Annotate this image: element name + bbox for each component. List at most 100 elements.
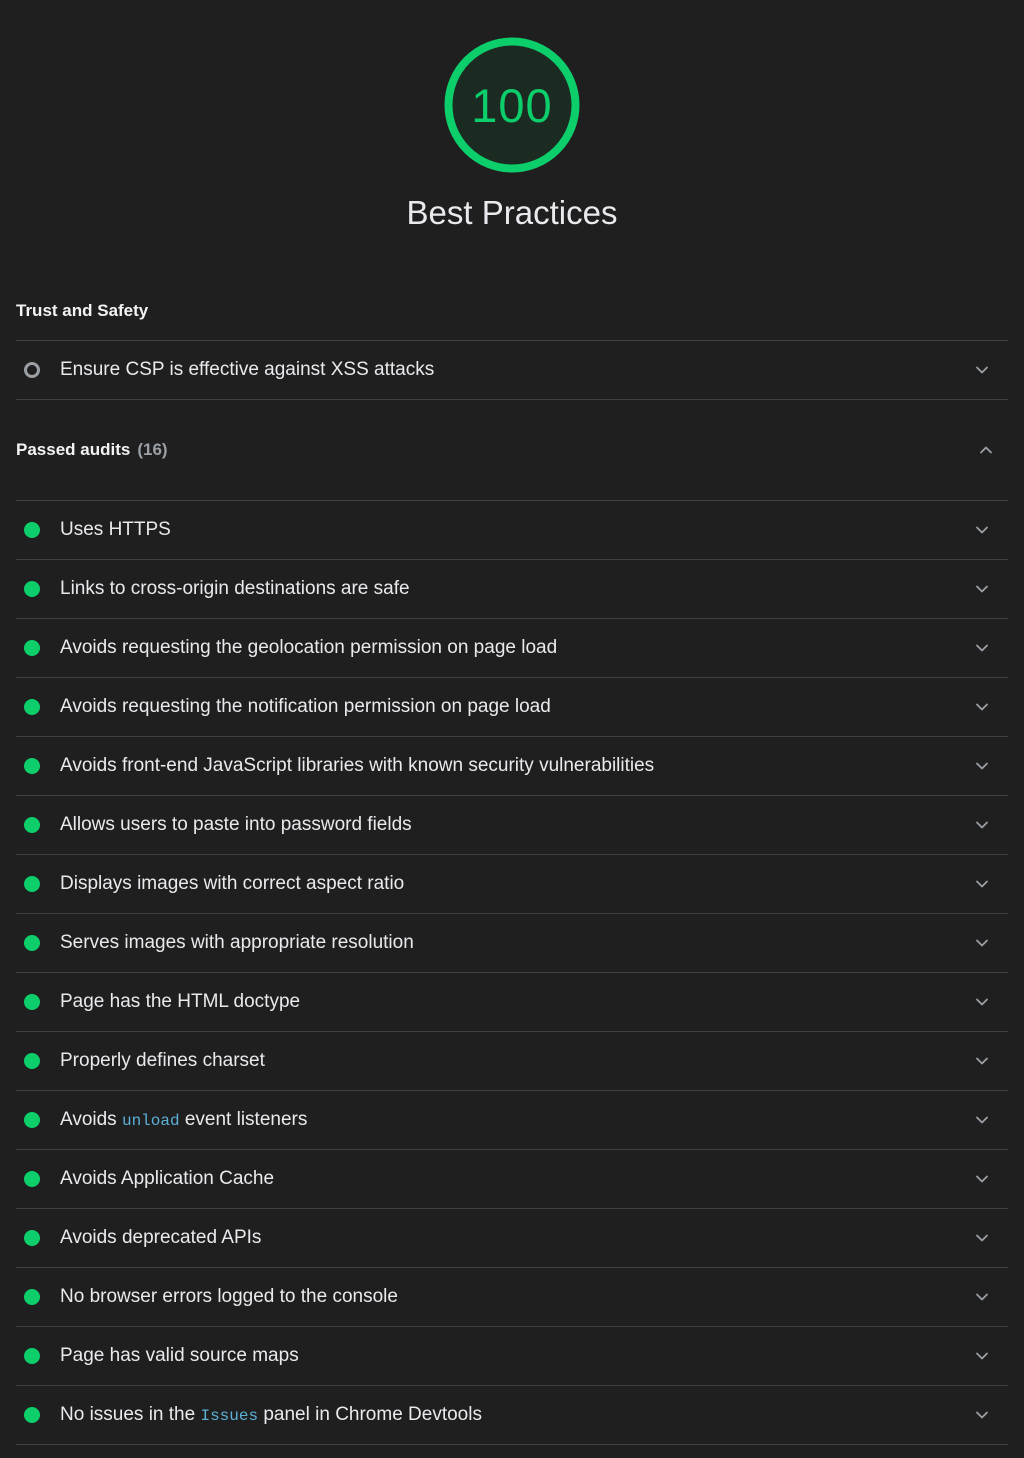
audit-title: Displays images with correct aspect rati… — [60, 872, 970, 896]
audit-score-informative-icon — [24, 362, 40, 379]
audit-title-text: Displays images with correct aspect rati… — [60, 873, 405, 895]
audit-row[interactable]: Serves images with appropriate resolutio… — [16, 914, 1008, 972]
audit-row[interactable]: Avoids Application Cache — [16, 1150, 1008, 1208]
audit-title-code: Issues — [200, 1406, 259, 1425]
chevron-down-icon[interactable] — [970, 813, 994, 837]
audit-title: Allows users to paste into password fiel… — [60, 813, 970, 837]
audit-score-pass-icon — [24, 1407, 40, 1424]
page-title: Best Practices — [406, 194, 618, 231]
audit-score-pass-icon — [24, 758, 40, 775]
chevron-down-icon[interactable] — [970, 1049, 994, 1073]
audit-row[interactable]: Uses HTTPS — [16, 501, 1008, 559]
audit-title-text-suffix: panel in Chrome Devtools — [258, 1403, 482, 1425]
audit-title-text: Links to cross-origin destinations are s… — [60, 578, 410, 600]
passed-audits-label: Passed audits — [16, 440, 131, 460]
audit-row[interactable]: Allows users to paste into password fiel… — [16, 796, 1008, 854]
audit-score-pass-icon — [24, 1171, 40, 1188]
audit-score-pass-icon — [24, 994, 40, 1011]
chevron-down-icon[interactable] — [970, 1403, 994, 1427]
audit-row[interactable]: Page has the HTML doctype — [16, 973, 1008, 1031]
audit-score-pass-icon — [24, 1112, 40, 1129]
audit-score-pass-icon — [24, 522, 40, 539]
passed-audits-toggle[interactable]: Passed audits (16) — [16, 435, 1008, 465]
audit-title: Page has the HTML doctype — [60, 990, 970, 1014]
audit-title-text: Avoids requesting the notification permi… — [60, 696, 551, 718]
audit-row[interactable]: Avoids deprecated APIs — [16, 1209, 1008, 1267]
chevron-down-icon[interactable] — [970, 577, 994, 601]
audit-score-pass-icon — [24, 817, 40, 834]
audit-title-text: No issues in the — [60, 1403, 201, 1425]
chevron-down-icon[interactable] — [970, 1226, 994, 1250]
audit-row[interactable]: Avoids requesting the geolocation permis… — [16, 619, 1008, 677]
audit-score-pass-icon — [24, 1289, 40, 1306]
chevron-down-icon[interactable] — [970, 358, 994, 382]
audit-row[interactable]: Avoids requesting the notification permi… — [16, 678, 1008, 736]
passed-audits-count: (16) — [137, 440, 168, 460]
divider — [16, 1444, 1008, 1446]
audit-title: Uses HTTPS — [60, 518, 970, 542]
chevron-down-icon[interactable] — [970, 695, 994, 719]
audit-title-text: Avoids requesting the geolocation permis… — [60, 637, 558, 659]
audit-title-text: Avoids — [60, 1108, 122, 1130]
chevron-down-icon[interactable] — [970, 754, 994, 778]
audit-title: Avoids requesting the geolocation permis… — [60, 636, 970, 660]
audit-title-text: Avoids deprecated APIs — [60, 1227, 262, 1249]
chevron-down-icon[interactable] — [970, 518, 994, 542]
audit-score-pass-icon — [24, 1348, 40, 1365]
audit-title-text: Uses HTTPS — [60, 519, 171, 541]
audit-title-text: Avoids Application Cache — [60, 1168, 275, 1190]
chevron-down-icon[interactable] — [970, 1344, 994, 1368]
audit-row[interactable]: Displays images with correct aspect rati… — [16, 855, 1008, 913]
audit-row[interactable]: No issues in the Issues panel in Chrome … — [16, 1386, 1008, 1444]
category-score-header: 100 Best Practices — [0, 0, 1024, 231]
audit-score-pass-icon — [24, 581, 40, 598]
chevron-down-icon[interactable] — [970, 872, 994, 896]
audit-title-text: Avoids front-end JavaScript libraries wi… — [60, 755, 655, 777]
audit-title: Avoids requesting the notification permi… — [60, 695, 970, 719]
audit-score-pass-icon — [24, 935, 40, 952]
audit-title: No browser errors logged to the console — [60, 1285, 970, 1309]
audit-row[interactable]: Page has valid source maps — [16, 1327, 1008, 1385]
chevron-down-icon[interactable] — [970, 990, 994, 1014]
audit-title-text: Allows users to paste into password fiel… — [60, 814, 412, 836]
lighthouse-best-practices-report: 100 Best Practices Trust and Safety Ensu… — [0, 0, 1024, 1458]
score-value: 100 — [471, 78, 553, 132]
audit-title-text-suffix: event listeners — [179, 1108, 308, 1130]
audit-title: Ensure CSP is effective against XSS atta… — [60, 358, 970, 382]
chevron-down-icon[interactable] — [970, 931, 994, 955]
chevron-down-icon[interactable] — [970, 1285, 994, 1309]
audit-title: Avoids Application Cache — [60, 1167, 970, 1191]
audit-title-text: Properly defines charset — [60, 1050, 265, 1072]
audit-title-text: Ensure CSP is effective against XSS atta… — [60, 359, 435, 381]
audit-row[interactable]: Properly defines charset — [16, 1032, 1008, 1090]
passed-audits-list: Uses HTTPS Links to cross-origin destinat… — [16, 500, 1008, 1446]
audit-title: Links to cross-origin destinations are s… — [60, 577, 970, 601]
audit-title: No issues in the Issues panel in Chrome … — [60, 1403, 970, 1428]
audit-title: Serves images with appropriate resolutio… — [60, 931, 970, 955]
audit-score-pass-icon — [24, 1053, 40, 1070]
audit-row[interactable]: Avoids front-end JavaScript libraries wi… — [16, 737, 1008, 795]
section-title-trust-and-safety: Trust and Safety — [16, 301, 149, 321]
audit-score-pass-icon — [24, 699, 40, 716]
audit-row[interactable]: No browser errors logged to the console — [16, 1268, 1008, 1326]
chevron-down-icon[interactable] — [970, 1108, 994, 1132]
chevron-down-icon[interactable] — [970, 636, 994, 660]
audit-title-text: Serves images with appropriate resolutio… — [60, 932, 414, 954]
audit-title-text: Page has valid source maps — [60, 1345, 299, 1367]
audit-title-text: Page has the HTML doctype — [60, 991, 301, 1013]
audit-title: Avoids unload event listeners — [60, 1108, 970, 1133]
audit-row[interactable]: Links to cross-origin destinations are s… — [16, 560, 1008, 618]
audit-title: Properly defines charset — [60, 1049, 970, 1073]
audit-title-code: unload — [121, 1111, 180, 1130]
chevron-up-icon[interactable] — [974, 438, 998, 462]
audit-row[interactable]: Avoids unload event listeners — [16, 1091, 1008, 1149]
audit-score-pass-icon — [24, 1230, 40, 1247]
chevron-down-icon[interactable] — [970, 1167, 994, 1191]
audit-title-text: No browser errors logged to the console — [60, 1286, 398, 1308]
audit-title: Avoids front-end JavaScript libraries wi… — [60, 754, 970, 778]
audit-title: Avoids deprecated APIs — [60, 1226, 970, 1250]
audit-score-pass-icon — [24, 876, 40, 893]
score-gauge: 100 — [444, 37, 580, 173]
audit-row[interactable]: Ensure CSP is effective against XSS atta… — [16, 341, 1008, 399]
audit-score-pass-icon — [24, 640, 40, 657]
